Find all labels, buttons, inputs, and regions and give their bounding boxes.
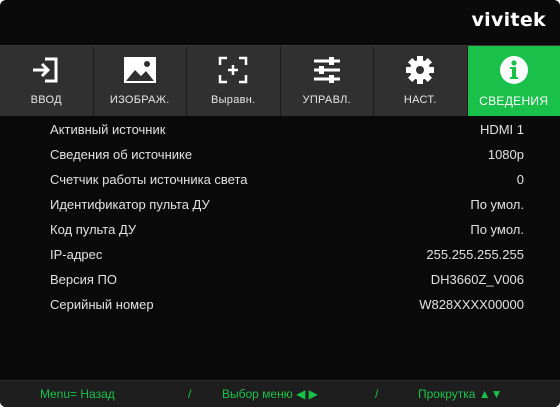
tab-label: ВВОД [30,94,62,106]
image-icon [122,54,158,86]
info-value: По умол. [470,222,524,237]
menu-tabs: ВВОД ИЗОБРАЖ. Выравн. УПРАВЛ. НАСТ. СВЕД… [0,45,560,116]
info-value: 255.255.255.255 [426,247,524,262]
info-value: 0 [516,172,524,187]
info-row-active-source[interactable]: Активный источник HDMI 1 [0,118,560,143]
info-label: IP-адрес [50,247,103,262]
info-row-source-info[interactable]: Сведения об источнике 1080p [0,143,560,168]
tab-image[interactable]: ИЗОБРАЖ. [93,46,187,116]
info-row-remote-code[interactable]: Код пульта ДУ По умол. [0,218,560,243]
help-scroll: Прокрутка ▲▼ [418,387,503,401]
tab-label: СВЕДЕНИЯ [479,94,549,108]
help-select-menu: Выбор меню ◀ ▶ [222,387,318,401]
info-row-serial[interactable]: Серийный номер W828XXXX00000 [0,293,560,318]
left-right-arrows-icon: ◀ ▶ [296,387,318,401]
help-separator: / [188,387,192,401]
info-label: Активный источник [50,122,166,137]
help-select-text: Выбор меню [222,387,293,401]
vivitek-logo: vivitek [471,9,546,31]
info-label: Версия ПО [50,272,117,287]
tab-label: УПРАВЛ. [302,94,351,106]
sliders-icon [309,54,345,86]
information-list: Активный источник HDMI 1 Сведения об ист… [0,118,560,318]
info-label: Серийный номер [50,297,154,312]
info-value: DH3660Z_V006 [430,272,524,287]
info-label: Код пульта ДУ [50,222,137,237]
info-row-firmware[interactable]: Версия ПО DH3660Z_V006 [0,268,560,293]
tab-settings[interactable]: НАСТ. [374,46,468,116]
gear-icon [402,54,438,86]
tab-information[interactable]: СВЕДЕНИЯ [467,46,560,116]
tab-alignment[interactable]: Выравн. [187,46,281,116]
info-value: HDMI 1 [479,122,524,137]
brand-bar: vivitek [0,0,560,46]
up-down-arrows-icon: ▲▼ [478,387,503,401]
info-value: По умол. [470,197,524,212]
help-back: Menu= Назад [40,387,115,401]
info-row-light-hours[interactable]: Счетчик работы источника света 0 [0,168,560,193]
info-row-ip-address[interactable]: IP-адрес 255.255.255.255 [0,243,560,268]
info-label: Сведения об источнике [50,147,193,162]
help-separator: / [375,387,379,401]
tab-input[interactable]: ВВОД [0,46,94,116]
input-icon [28,54,64,86]
info-value: W828XXXX00000 [419,297,524,312]
tab-label: Выравн. [210,94,256,106]
tab-control[interactable]: УПРАВЛ. [280,46,374,116]
info-label: Счетчик работы источника света [50,172,248,187]
info-label: Идентификатор пульта ДУ [50,197,210,212]
projector-osd-menu: vivitek ВВОД ИЗОБРАЖ. Выравн. УПРАВЛ. НА… [0,0,560,407]
info-icon [496,54,532,86]
tab-label: НАСТ. [403,94,437,106]
info-value: 1080p [487,147,524,162]
info-row-remote-id[interactable]: Идентификатор пульта ДУ По умол. [0,193,560,218]
help-scroll-text: Прокрутка [418,387,476,401]
help-bar: Menu= Назад / Выбор меню ◀ ▶ / Прокрутка… [0,380,560,407]
align-icon [215,54,251,86]
tab-label: ИЗОБРАЖ. [109,94,170,106]
